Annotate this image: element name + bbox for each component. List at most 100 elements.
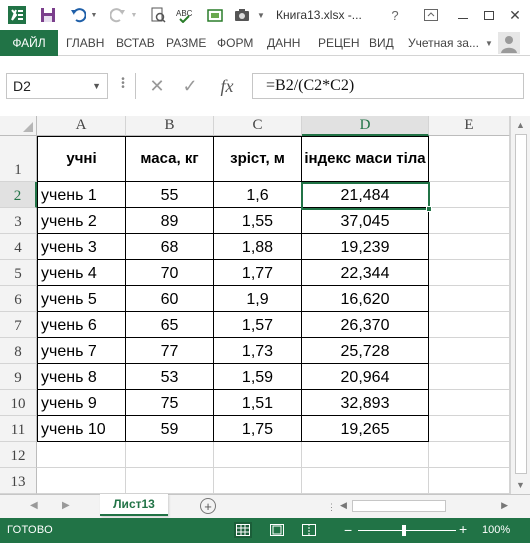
cell[interactable] [429,416,510,442]
cell[interactable] [214,442,302,468]
table-cell[interactable]: 59 [126,416,214,442]
enter-icon[interactable]: ✓ [178,73,202,99]
close-icon[interactable]: ✕ [504,4,526,26]
table-cell[interactable]: 53 [126,364,214,390]
camera-icon[interactable] [232,4,252,26]
excel-logo-icon[interactable] [6,4,28,26]
select-all-button[interactable] [0,116,37,136]
table-cell[interactable]: 1,59 [214,364,302,390]
cell[interactable] [429,234,510,260]
table-cell[interactable]: 21,484 [302,182,429,208]
scroll-right-icon[interactable]: ▶ [501,500,508,511]
cell[interactable] [429,208,510,234]
tab-home[interactable]: ГЛАВН [66,30,104,56]
zoom-out-icon[interactable]: − [344,522,352,538]
maximize-icon[interactable] [478,4,500,26]
horizontal-scrollbar[interactable]: ◀ ▶ [338,498,510,514]
cell[interactable] [429,136,510,182]
tab-insert[interactable]: ВСТАВ [116,30,155,56]
scroll-up-icon[interactable]: ▲ [516,120,525,130]
formula-input[interactable]: =B2/(C2*C2) [252,73,524,99]
table-cell[interactable]: учень 5 [37,286,126,312]
name-box[interactable]: D2 ▼ [6,73,108,99]
cell[interactable] [429,286,510,312]
tab-page-layout[interactable]: РАЗМЕ [166,30,206,56]
table-cell[interactable]: 1,88 [214,234,302,260]
zoom-slider-track[interactable] [358,530,456,531]
page-break-view-icon[interactable] [300,522,318,538]
cell[interactable] [429,260,510,286]
undo-icon[interactable] [68,4,88,26]
previous-sheet-icon[interactable]: ◀ [30,500,38,511]
table-cell[interactable]: учень 3 [37,234,126,260]
user-avatar-icon[interactable] [498,32,520,54]
print-preview-icon[interactable] [148,4,168,26]
table-cell[interactable]: 16,620 [302,286,429,312]
table-cell[interactable]: 22,344 [302,260,429,286]
table-cell[interactable]: 37,045 [302,208,429,234]
vertical-scrollbar[interactable]: ▲ ▼ [510,116,530,494]
insert-function-icon[interactable]: fx [212,73,242,99]
redo-icon[interactable] [108,4,128,26]
table-cell[interactable]: 89 [126,208,214,234]
table-cell[interactable]: 65 [126,312,214,338]
cell[interactable] [429,468,510,494]
ribbon-display-options-icon[interactable] [420,4,442,26]
row-header[interactable]: 4 [0,234,37,260]
table-cell[interactable]: 1,75 [214,416,302,442]
table-cell[interactable]: 1,73 [214,338,302,364]
table-cell[interactable]: 1,55 [214,208,302,234]
grip-icon[interactable]: • • • [120,75,126,93]
page-layout-view-icon[interactable] [268,522,286,538]
table-cell[interactable]: 19,239 [302,234,429,260]
table-cell[interactable]: учень 10 [37,416,126,442]
cell[interactable] [429,390,510,416]
account-menu[interactable]: Учетная за... ▼ [408,30,493,56]
cell[interactable] [126,468,214,494]
table-cell[interactable]: 55 [126,182,214,208]
help-icon[interactable]: ? [384,4,406,26]
row-header[interactable]: 9 [0,364,37,390]
row-header[interactable]: 3 [0,208,37,234]
row-header[interactable]: 2 [0,182,37,208]
normal-view-icon[interactable] [234,522,252,538]
table-cell[interactable]: 32,893 [302,390,429,416]
column-header-b[interactable]: B [126,116,214,136]
tab-review[interactable]: РЕЦЕН [318,30,360,56]
cell[interactable] [126,442,214,468]
table-cell[interactable]: учень 6 [37,312,126,338]
tab-file[interactable]: ФАЙЛ [0,30,58,56]
cell[interactable] [429,442,510,468]
table-cell[interactable]: 1,6 [214,182,302,208]
zoom-in-icon[interactable]: + [459,521,467,537]
table-header[interactable]: маса, кг [126,136,214,182]
split-handle-icon[interactable]: ⋮ [327,502,337,513]
cancel-icon[interactable]: ✕ [145,73,169,99]
screenshot-icon[interactable] [205,4,225,26]
table-cell[interactable]: 20,964 [302,364,429,390]
table-cell[interactable]: 1,57 [214,312,302,338]
row-header[interactable]: 11 [0,416,37,442]
tab-data[interactable]: ДАНН [267,30,300,56]
row-header[interactable]: 5 [0,260,37,286]
row-header[interactable]: 6 [0,286,37,312]
column-header-a[interactable]: A [37,116,126,136]
table-cell[interactable]: учень 8 [37,364,126,390]
row-header[interactable]: 8 [0,338,37,364]
table-cell[interactable]: 1,9 [214,286,302,312]
save-icon[interactable] [38,4,58,26]
table-header[interactable]: зріст, м [214,136,302,182]
zoom-slider-thumb[interactable] [402,525,406,536]
table-cell[interactable]: учень 2 [37,208,126,234]
row-header[interactable]: 12 [0,442,37,468]
scroll-thumb[interactable] [352,500,446,512]
table-cell[interactable]: учень 9 [37,390,126,416]
cell[interactable] [37,468,126,494]
cell[interactable] [429,364,510,390]
undo-dropdown-icon[interactable]: ▼ [89,4,99,26]
table-cell[interactable]: 75 [126,390,214,416]
table-cell[interactable]: учень 1 [37,182,126,208]
row-header[interactable]: 1 [0,136,37,182]
table-cell[interactable]: учень 4 [37,260,126,286]
sheet-tab-active[interactable]: Лист13 [100,494,168,516]
